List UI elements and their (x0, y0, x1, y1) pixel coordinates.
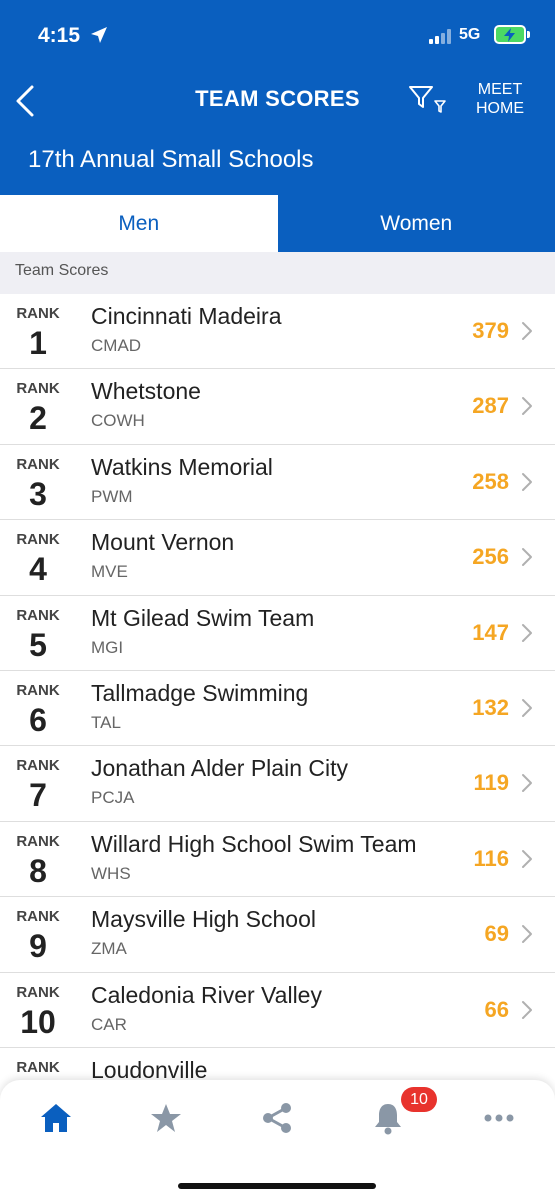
team-code: MGI (91, 637, 124, 657)
chevron-right-icon (522, 698, 532, 717)
rank-label: RANK (16, 305, 60, 322)
rank-number: 5 (29, 626, 47, 663)
battery-icon (494, 25, 526, 44)
chevron-right-icon (522, 849, 532, 868)
team-name: Mt Gilead Swim Team (91, 604, 315, 631)
rank-number: 8 (29, 852, 47, 889)
share-icon[interactable] (257, 1100, 297, 1136)
home-indicator (178, 1183, 376, 1189)
signal-icon (429, 28, 455, 44)
rank-label: RANK (16, 1058, 60, 1076)
team-scores-list: RANK 1 Cincinnati Madeira CMAD 379 RANK 2 Whets… (0, 294, 555, 1104)
rank-label: RANK (16, 908, 60, 926)
chevron-right-icon (522, 548, 532, 567)
team-score: 287 (472, 393, 509, 419)
rank-label: RANK (16, 681, 60, 699)
rank-number: 3 (29, 475, 47, 512)
team-name: Jonathan Alder Plain City (91, 755, 348, 782)
team-score: 379 (472, 318, 509, 343)
team-name: Caledonia River Valley (91, 981, 322, 1008)
home-icon[interactable] (36, 1100, 76, 1136)
team-code: PCJA (91, 788, 135, 808)
team-code: CMAD (91, 336, 142, 355)
team-code: PWM (91, 486, 133, 506)
team-code: ZMA (91, 939, 127, 959)
status-time: 4:15 (38, 24, 81, 47)
team-code: WHS (91, 863, 131, 883)
team-row[interactable]: RANK 9 Maysville High School ZMA 69 (0, 897, 555, 973)
team-code: COWH (91, 411, 145, 431)
team-name: Maysville High School (91, 906, 316, 933)
chevron-right-icon (522, 397, 532, 416)
rank-number: 10 (20, 1003, 56, 1040)
rank-number: 7 (29, 777, 47, 814)
network-label: 5G (459, 26, 481, 43)
team-score: 69 (484, 921, 509, 947)
team-row[interactable]: RANK 6 Tallmadge Swimming TAL 132 (0, 671, 555, 747)
team-score: 119 (473, 770, 510, 796)
rank-label: RANK (16, 983, 60, 1001)
meet-home-button[interactable]: MEET HOME (468, 80, 532, 118)
notification-badge: 10 (401, 1087, 437, 1112)
team-name: Cincinnati Madeira (91, 303, 282, 329)
star-icon[interactable] (146, 1100, 186, 1136)
tab-women[interactable]: Women (277, 195, 555, 252)
team-score: 66 (484, 996, 509, 1022)
more-icon[interactable] (479, 1100, 519, 1136)
team-code: CAR (91, 1014, 127, 1034)
chevron-right-icon (522, 623, 532, 642)
chevron-right-icon (522, 774, 532, 793)
team-score: 258 (472, 468, 509, 494)
rank-number: 4 (29, 551, 47, 588)
tab-men[interactable]: Men (0, 195, 278, 252)
rank-label: RANK (16, 832, 60, 850)
filter-icon[interactable] (408, 84, 448, 116)
team-name: Mount Vernon (91, 529, 235, 556)
team-name: Watkins Memorial (91, 453, 273, 480)
team-code: MVE (91, 562, 128, 582)
team-row[interactable]: RANK 8 Willard High School Swim Team WHS 116 (0, 822, 555, 898)
team-row[interactable]: RANK 7 Jonathan Alder Plain City PCJA 119 (0, 746, 555, 822)
rank-label: RANK (16, 531, 60, 549)
bottom-nav (0, 1080, 555, 1200)
chevron-right-icon (522, 925, 532, 944)
rank-number: 6 (29, 701, 47, 738)
team-code: TAL (91, 712, 121, 732)
team-row[interactable]: RANK 2 Whetstone COWH 287 (0, 369, 555, 445)
team-score: 256 (472, 544, 509, 570)
section-header: Team Scores (0, 252, 555, 294)
chevron-right-icon (522, 472, 532, 491)
app-header: 4:15 5G TEAM SCORES MEET HOME 17th Annua… (0, 0, 555, 195)
rank-label: RANK (16, 455, 60, 473)
team-score: 132 (472, 694, 509, 720)
team-row[interactable]: RANK 4 Mount Vernon MVE 256 (0, 520, 555, 596)
team-score: 116 (473, 845, 510, 871)
location-arrow-icon (91, 27, 107, 43)
meet-name: 17th Annual Small Schools (28, 146, 314, 173)
rank-number: 1 (29, 325, 47, 361)
team-row[interactable]: RANK 3 Watkins Memorial PWM 258 (0, 445, 555, 521)
team-name: Tallmadge Swimming (91, 679, 309, 706)
team-row[interactable]: RANK 10 Caledonia River Valley CAR 66 (0, 973, 555, 1048)
team-row[interactable]: RANK 5 Mt Gilead Swim Team MGI 147 (0, 596, 555, 671)
rank-number: 2 (29, 400, 47, 437)
chevron-right-icon (522, 322, 532, 340)
gender-tabs: Men Women (0, 195, 555, 252)
team-score: 147 (472, 619, 509, 645)
team-name: Willard High School Swim Team (91, 830, 417, 857)
rank-label: RANK (16, 380, 60, 398)
team-name: Whetstone (91, 378, 201, 405)
rank-label: RANK (16, 757, 60, 775)
chevron-right-icon (522, 1000, 532, 1019)
rank-number: 9 (29, 928, 47, 965)
battery-tip (527, 31, 530, 38)
team-row[interactable]: RANK 1 Cincinnati Madeira CMAD 379 (0, 294, 555, 370)
rank-label: RANK (16, 606, 60, 624)
